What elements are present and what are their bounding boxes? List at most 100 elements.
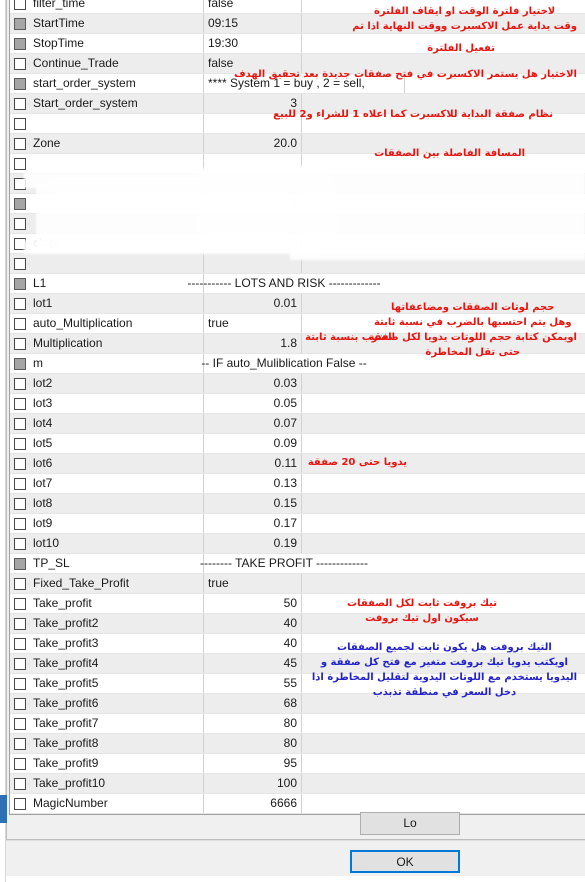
parameter-value[interactable]: 0.17 — [204, 514, 301, 533]
table-row[interactable]: Take_profit7 80 — [10, 714, 585, 734]
table-row[interactable]: Take_profit10 100 — [10, 774, 585, 794]
checkbox-icon[interactable] — [14, 577, 26, 590]
checkbox-icon[interactable] — [14, 97, 26, 110]
checkbox-icon[interactable] — [14, 217, 26, 230]
checkbox-icon[interactable] — [14, 37, 26, 50]
parameter-value[interactable]: 55 — [204, 674, 301, 693]
ann-enable-filter: تفعيل الفلترة — [427, 41, 495, 56]
parameter-value[interactable]: 0.01 — [204, 294, 301, 313]
row-tail — [364, 274, 585, 293]
checkbox-icon[interactable] — [14, 117, 26, 130]
table-row[interactable]: Take_profit 50 — [10, 594, 585, 614]
table-row[interactable]: lot3 0.05 — [10, 394, 585, 414]
checkbox-icon[interactable] — [14, 737, 26, 750]
parameter-value[interactable]: 100 — [204, 774, 301, 793]
checkbox-icon[interactable] — [14, 77, 26, 90]
parameter-value[interactable]: 45 — [204, 654, 301, 673]
table-row[interactable]: lot5 0.09 — [10, 434, 585, 454]
parameter-label: Take_profit8 — [33, 736, 99, 750]
table-row[interactable]: Fixed_Take_Profit true — [10, 574, 585, 594]
checkbox-icon[interactable] — [14, 277, 26, 290]
parameter-value[interactable]: 0.09 — [204, 434, 301, 453]
checkbox-icon[interactable] — [14, 797, 26, 810]
parameter-value[interactable]: 0.05 — [204, 394, 301, 413]
checkbox-icon[interactable] — [14, 257, 26, 270]
parameter-value[interactable]: true — [204, 314, 301, 333]
parameter-value[interactable]: 0.11 — [204, 454, 301, 473]
redaction-smudge — [24, 240, 324, 254]
checkbox-icon[interactable] — [14, 317, 26, 330]
table-row[interactable]: lot10 0.19 — [10, 534, 585, 554]
checkbox-icon[interactable] — [14, 637, 26, 650]
checkbox-icon[interactable] — [14, 697, 26, 710]
parameter-value[interactable]: 0.15 — [204, 494, 301, 513]
checkbox-icon[interactable] — [14, 297, 26, 310]
checkbox-icon[interactable] — [14, 477, 26, 490]
parameter-value[interactable]: false — [204, 0, 301, 13]
table-row[interactable]: Take_profit9 95 — [10, 754, 585, 774]
checkbox-icon[interactable] — [14, 497, 26, 510]
parameter-value[interactable]: ----------- LOTS AND RISK ------------- — [187, 274, 380, 293]
parameter-value[interactable]: 0.07 — [204, 414, 301, 433]
parameter-label: Continue_Trade — [33, 56, 119, 70]
parameter-value[interactable]: 40 — [204, 634, 301, 653]
parameter-value[interactable]: 50 — [204, 594, 301, 613]
table-row[interactable]: Take_profit8 80 — [10, 734, 585, 754]
parameter-value[interactable]: 0.19 — [204, 534, 301, 553]
parameter-value[interactable]: -- IF auto_Muliblication False -- — [201, 354, 366, 373]
checkbox-icon[interactable] — [14, 357, 26, 370]
parameter-value[interactable]: 1.8 — [204, 334, 301, 353]
row-name-cell: Take_profit5 — [10, 674, 204, 693]
checkbox-icon[interactable] — [14, 0, 26, 10]
parameter-value[interactable]: 68 — [204, 694, 301, 713]
checkbox-icon[interactable] — [14, 417, 26, 430]
table-row[interactable]: StopTime 19:30 — [10, 34, 585, 54]
ok-button[interactable]: OK — [350, 850, 460, 873]
table-row[interactable]: L1 ----------- LOTS AND RISK ------------… — [10, 274, 585, 294]
table-row[interactable]: Take_profit2 40 — [10, 614, 585, 634]
table-row[interactable]: lot8 0.15 — [10, 494, 585, 514]
parameter-value[interactable]: 95 — [204, 754, 301, 773]
checkbox-icon[interactable] — [14, 197, 26, 210]
table-row[interactable]: TP_SL -------- TAKE PROFIT ------------- — [10, 554, 585, 574]
checkbox-icon[interactable] — [14, 57, 26, 70]
checkbox-icon[interactable] — [14, 377, 26, 390]
checkbox-icon[interactable] — [14, 557, 26, 570]
parameter-value[interactable]: true — [204, 574, 301, 593]
checkbox-icon[interactable] — [14, 437, 26, 450]
checkbox-icon[interactable] — [14, 17, 26, 30]
checkbox-icon[interactable] — [14, 517, 26, 530]
parameter-value[interactable]: 0.03 — [204, 374, 301, 393]
parameter-value[interactable]: 19:30 — [204, 34, 301, 53]
checkbox-icon[interactable] — [14, 617, 26, 630]
parameter-value[interactable] — [204, 254, 301, 273]
checkbox-icon[interactable] — [14, 777, 26, 790]
checkbox-icon[interactable] — [14, 717, 26, 730]
checkbox-icon[interactable] — [14, 757, 26, 770]
parameter-value[interactable]: 20.0 — [204, 134, 301, 153]
parameter-value[interactable]: 0.13 — [204, 474, 301, 493]
checkbox-icon[interactable] — [14, 457, 26, 470]
load-button[interactable]: Lo — [360, 812, 460, 835]
checkbox-icon[interactable] — [14, 657, 26, 670]
parameter-value[interactable]: 09:15 — [204, 14, 301, 33]
checkbox-icon[interactable] — [14, 337, 26, 350]
checkbox-icon[interactable] — [14, 537, 26, 550]
parameter-value[interactable]: 40 — [204, 614, 301, 633]
checkbox-icon[interactable] — [14, 137, 26, 150]
checkbox-icon[interactable] — [14, 157, 26, 170]
table-row[interactable]: lot4 0.07 — [10, 414, 585, 434]
parameter-value[interactable]: 80 — [204, 734, 301, 753]
table-row[interactable]: lot7 0.13 — [10, 474, 585, 494]
parameter-value[interactable]: 80 — [204, 714, 301, 733]
row-tail — [301, 474, 585, 493]
checkbox-icon[interactable] — [14, 597, 26, 610]
table-row[interactable]: lot9 0.17 — [10, 514, 585, 534]
table-row[interactable]: lot2 0.03 — [10, 374, 585, 394]
table-row[interactable]: MagicNumber 6666 — [10, 794, 585, 814]
table-row[interactable]: lot6 0.11 — [10, 454, 585, 474]
parameter-value[interactable]: -------- TAKE PROFIT ------------- — [200, 554, 368, 573]
checkbox-icon[interactable] — [14, 397, 26, 410]
checkbox-icon[interactable] — [14, 677, 26, 690]
parameter-value[interactable]: 6666 — [204, 794, 301, 813]
